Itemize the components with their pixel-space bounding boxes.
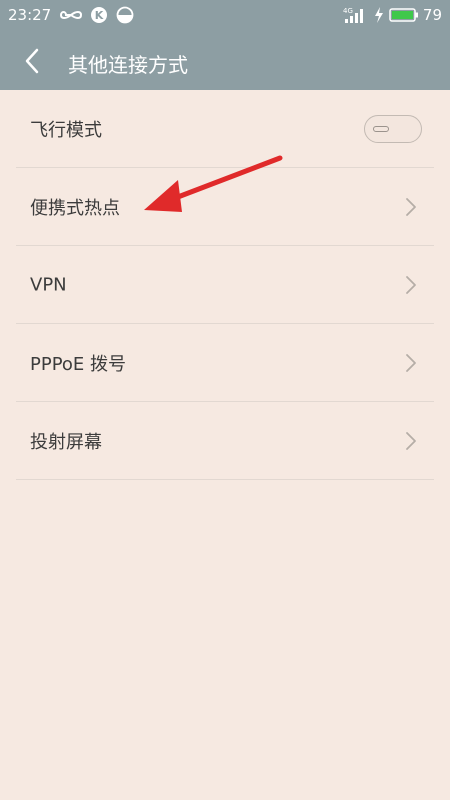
status-time: 23:27 — [8, 6, 52, 24]
chevron-right-icon — [406, 353, 416, 372]
setting-vpn[interactable]: VPN — [16, 246, 434, 324]
battery-icon — [389, 8, 418, 22]
setting-screen-cast[interactable]: 投射屏幕 — [16, 402, 434, 480]
app-bar: 其他连接方式 — [0, 32, 450, 90]
back-button[interactable] — [18, 46, 46, 76]
svg-text:4G: 4G — [343, 7, 353, 15]
chevron-right-icon — [406, 431, 416, 450]
setting-label: PPPoE 拨号 — [30, 353, 127, 375]
setting-label: VPN — [30, 274, 67, 295]
setting-label: 便携式热点 — [30, 197, 120, 219]
signal-icon: 4G — [343, 7, 363, 23]
chevron-right-icon — [406, 275, 416, 294]
status-right-icons: 4G 79 — [343, 6, 442, 24]
page-title: 其他连接方式 — [68, 53, 188, 77]
chevron-right-icon — [406, 197, 416, 216]
status-left-icons: K — [60, 6, 134, 24]
battery-level: 79 — [422, 6, 442, 24]
setting-label: 投射屏幕 — [30, 431, 102, 453]
back-arrow-icon — [25, 48, 39, 74]
svg-text:K: K — [95, 9, 104, 22]
setting-airplane-mode[interactable]: 飞行模式 — [16, 90, 434, 168]
settings-list: 飞行模式 便携式热点 VPN PPPoE 拨号 投射屏幕 — [0, 90, 450, 480]
charging-bolt-icon — [374, 7, 383, 23]
half-circle-icon — [116, 6, 134, 24]
setting-label: 飞行模式 — [30, 119, 102, 141]
k-app-icon: K — [91, 7, 107, 23]
toggle-knob — [373, 125, 389, 132]
airplane-mode-toggle[interactable] — [364, 114, 422, 143]
infinity-icon — [60, 11, 82, 19]
setting-portable-hotspot[interactable]: 便携式热点 — [16, 168, 434, 246]
status-bar: 23:27 K 4G 79 — [0, 0, 450, 32]
setting-pppoe-dial[interactable]: PPPoE 拨号 — [16, 324, 434, 402]
